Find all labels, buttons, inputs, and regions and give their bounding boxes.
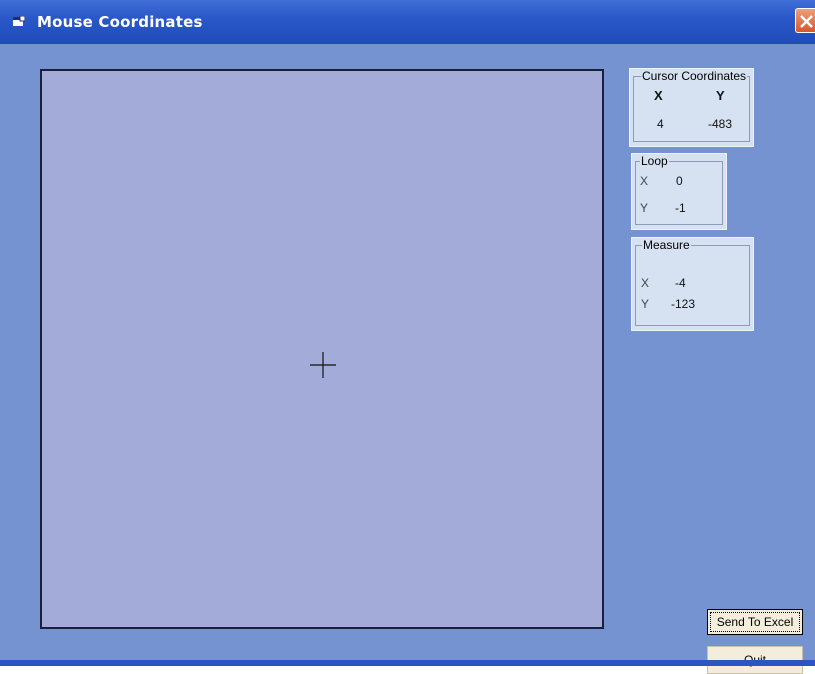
loop-group: Loop X 0 Y -1 xyxy=(631,153,727,230)
crosshair-cursor-icon xyxy=(310,352,336,378)
loop-title: Loop xyxy=(640,154,669,168)
loop-x-label: X xyxy=(640,174,649,188)
cursor-y-value: -483 xyxy=(708,117,733,131)
measure-x-label: X xyxy=(641,276,650,290)
window-bottom-border xyxy=(0,660,815,666)
loop-y-value: -1 xyxy=(675,201,686,215)
close-icon xyxy=(800,15,813,28)
close-button[interactable] xyxy=(795,8,815,33)
cursor-coordinates-title: Cursor Coordinates xyxy=(641,69,748,83)
app-window-icon xyxy=(13,16,25,26)
measure-group: Measure X -4 Y -123 xyxy=(631,237,754,331)
cursor-x-header: X xyxy=(654,88,663,103)
group-frame xyxy=(635,245,750,326)
measure-title: Measure xyxy=(642,238,691,252)
cursor-coordinates-group: Cursor Coordinates X Y 4 -483 xyxy=(629,68,754,147)
cursor-x-value: 4 xyxy=(657,117,664,131)
title-bar[interactable]: Mouse Coordinates xyxy=(0,0,815,44)
app-window: Mouse Coordinates Cursor Coordinates X Y… xyxy=(0,0,815,674)
group-frame xyxy=(635,161,723,225)
send-to-excel-button[interactable]: Send To Excel xyxy=(707,609,803,635)
measure-x-value: -4 xyxy=(675,276,686,290)
loop-x-value: 0 xyxy=(676,174,683,188)
group-frame xyxy=(633,76,750,142)
loop-y-label: Y xyxy=(640,201,649,215)
drawing-canvas[interactable] xyxy=(40,69,604,629)
cursor-y-header: Y xyxy=(716,88,725,103)
measure-y-value: -123 xyxy=(671,297,696,311)
measure-y-label: Y xyxy=(641,297,650,311)
window-title: Mouse Coordinates xyxy=(37,13,203,31)
